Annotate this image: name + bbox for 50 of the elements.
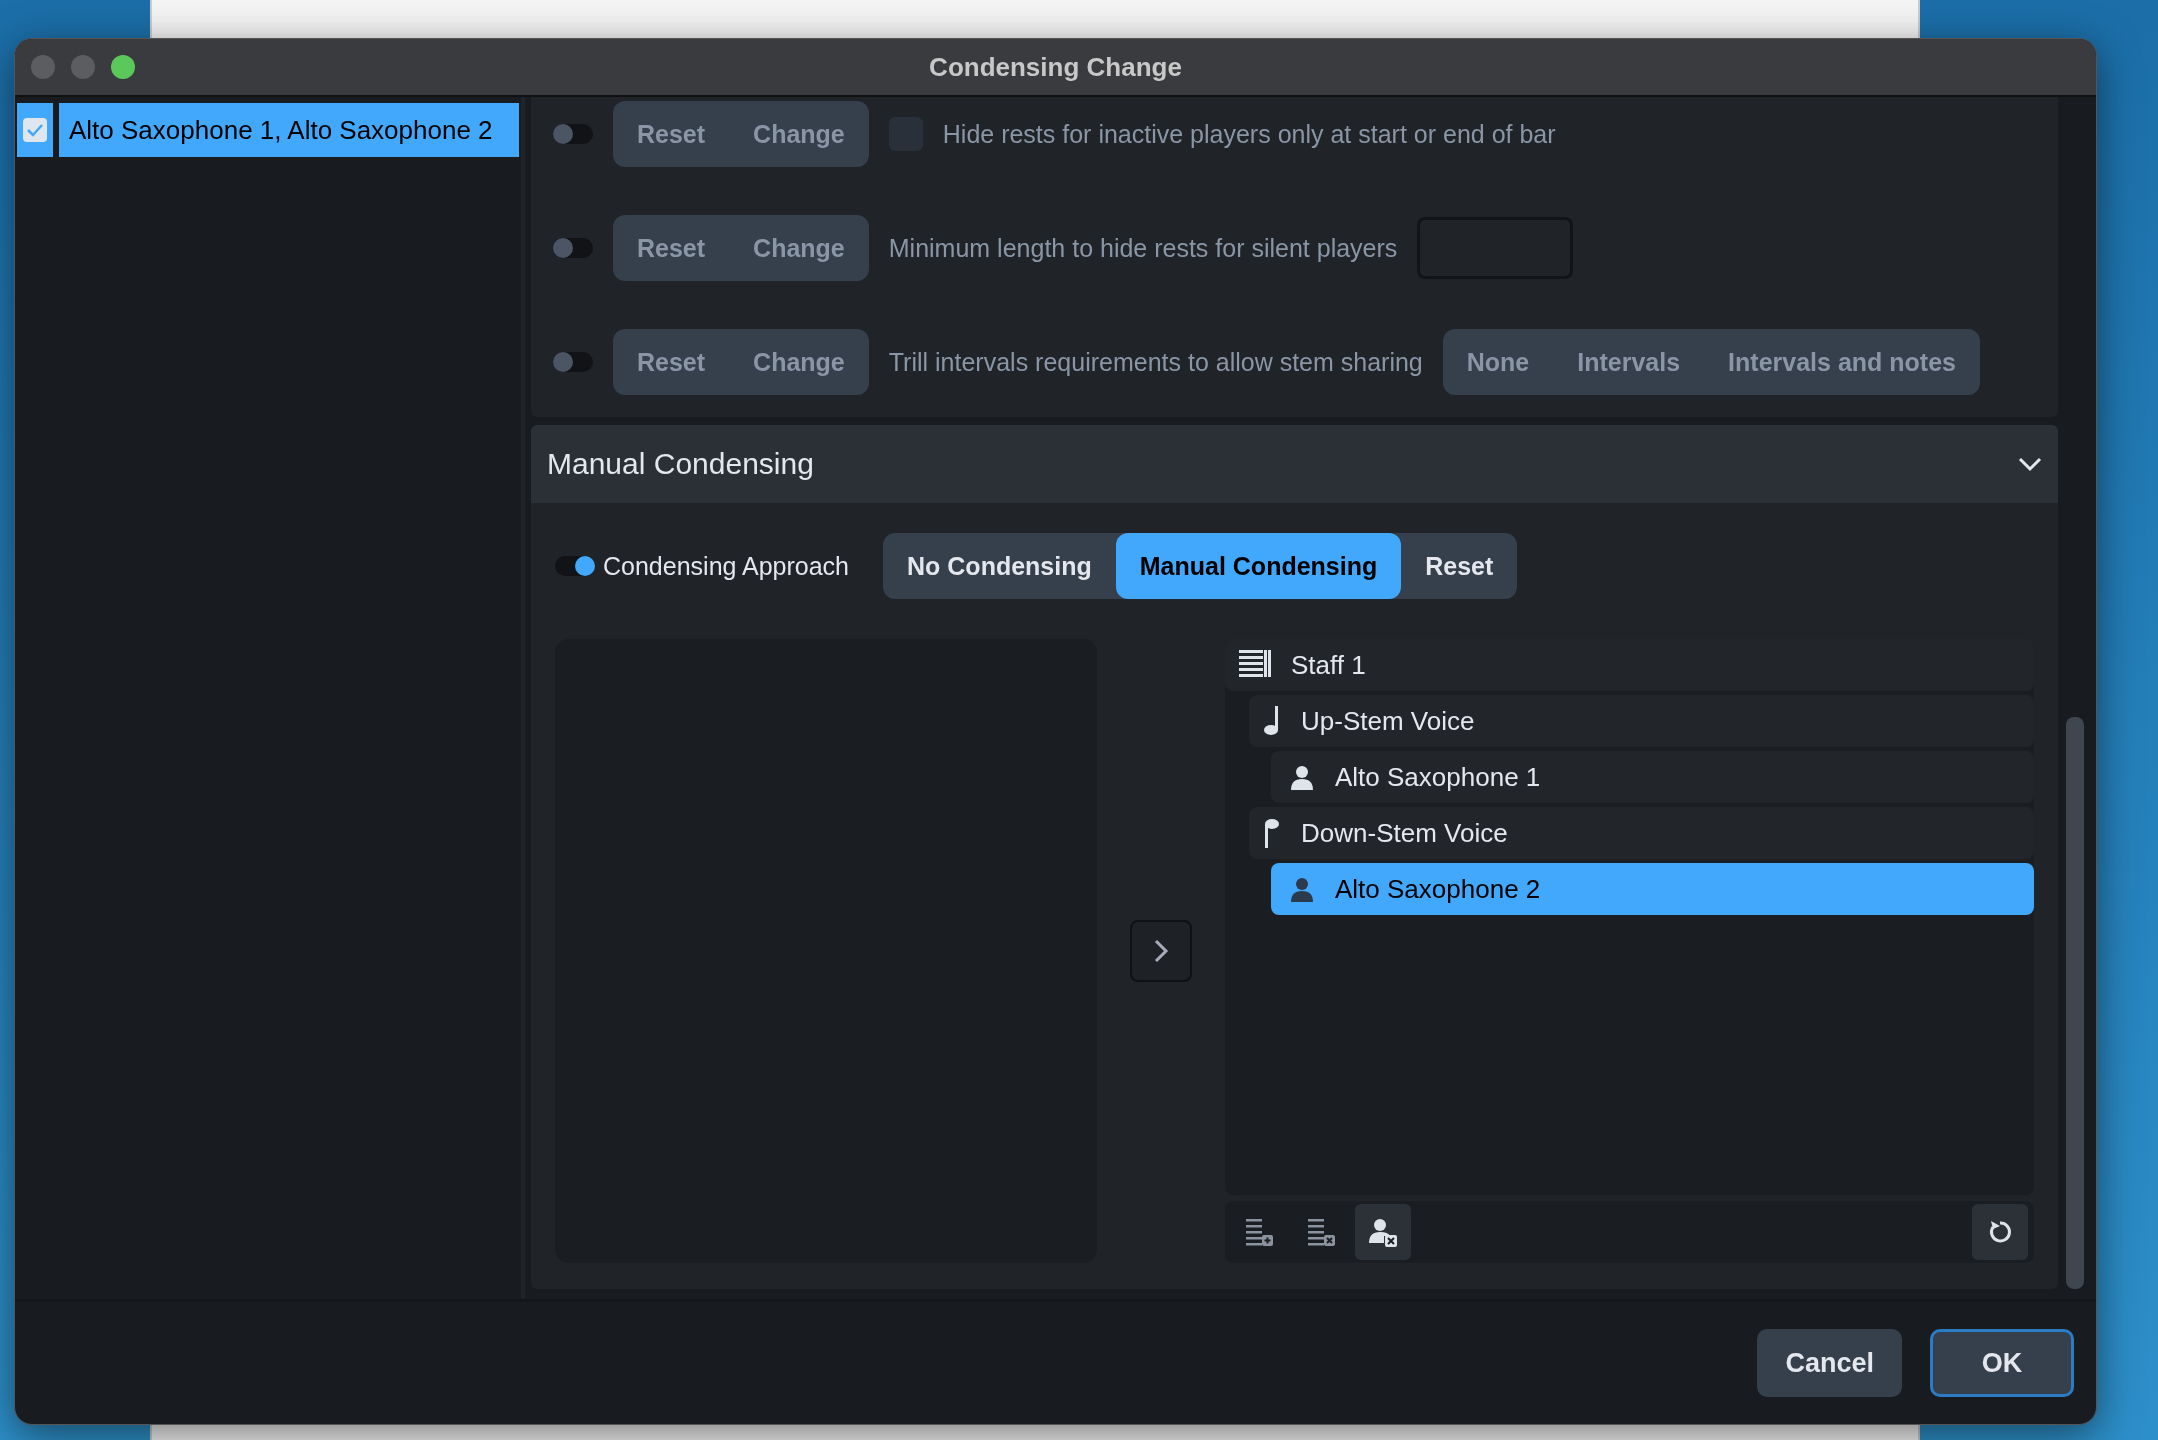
- toggle-switch[interactable]: [555, 556, 595, 576]
- tree-item[interactable]: Staff 1: [1225, 639, 2034, 691]
- note-icon: [1263, 818, 1281, 848]
- section-header[interactable]: Manual Condensing: [531, 425, 2058, 503]
- option-button[interactable]: Reset: [613, 329, 730, 395]
- move-right-button[interactable]: [1130, 920, 1192, 982]
- choice-button[interactable]: None: [1442, 329, 1554, 395]
- choice-button[interactable]: No Condensing: [883, 533, 1116, 599]
- tree-item[interactable]: Alto Saxophone 1: [1271, 751, 2034, 803]
- option-button[interactable]: Reset: [613, 215, 730, 281]
- minimize-button[interactable]: [71, 55, 95, 79]
- reset-button[interactable]: [1972, 1204, 2028, 1260]
- toggle-switch[interactable]: [553, 352, 593, 372]
- person-remove-icon: [1368, 1217, 1398, 1247]
- tree-item[interactable]: Down-Stem Voice: [1249, 807, 2034, 859]
- tree-item[interactable]: Alto Saxophone 2: [1271, 863, 2034, 915]
- tree-item[interactable]: Up-Stem Voice: [1249, 695, 2034, 747]
- option-label: Hide rests for inactive players only at start or end of bar: [942, 119, 1556, 149]
- check-icon: [26, 123, 44, 137]
- option-button[interactable]: Reset: [613, 101, 730, 167]
- toggle-switch[interactable]: [553, 124, 593, 144]
- sidebar-item[interactable]: Alto Saxophone 1, Alto Saxophone 2: [59, 103, 519, 157]
- choice-button[interactable]: Intervals and notes: [1704, 329, 1980, 395]
- ok-button[interactable]: OK: [1930, 1329, 2074, 1397]
- choice-button[interactable]: Intervals: [1553, 329, 1705, 395]
- staff-plus-icon: [1244, 1217, 1274, 1247]
- cancel-button[interactable]: Cancel: [1757, 1329, 1902, 1397]
- choice-button[interactable]: Manual Condensing: [1115, 533, 1402, 599]
- zoom-button[interactable]: [111, 55, 135, 79]
- option-button[interactable]: Change: [729, 215, 869, 281]
- option-button[interactable]: Change: [729, 101, 869, 167]
- remove-player-button[interactable]: [1355, 1204, 1411, 1260]
- option-label: Condensing Approach: [603, 551, 850, 581]
- staff-remove-icon: [1306, 1217, 1336, 1247]
- close-button[interactable]: [31, 55, 55, 79]
- checkbox[interactable]: [23, 118, 47, 142]
- person-icon: [1289, 876, 1315, 902]
- window-title: Condensing Change: [929, 51, 1182, 82]
- section-title: Manual Condensing: [547, 447, 814, 481]
- option-label: Minimum length to hide rests for silent players: [888, 233, 1398, 263]
- chevron-right-icon: [1153, 938, 1169, 964]
- scrollbar-thumb[interactable]: [2066, 717, 2084, 1289]
- toggle-switch[interactable]: [553, 238, 593, 258]
- staff-icon: [1239, 650, 1271, 680]
- option-label: Trill intervals requirements to allow stem sharing: [888, 347, 1423, 377]
- choice-button[interactable]: Reset: [1401, 533, 1518, 599]
- note-icon: [1263, 706, 1281, 736]
- reset-icon: [1987, 1219, 2013, 1245]
- option-button[interactable]: Change: [729, 329, 869, 395]
- person-icon: [1289, 764, 1315, 790]
